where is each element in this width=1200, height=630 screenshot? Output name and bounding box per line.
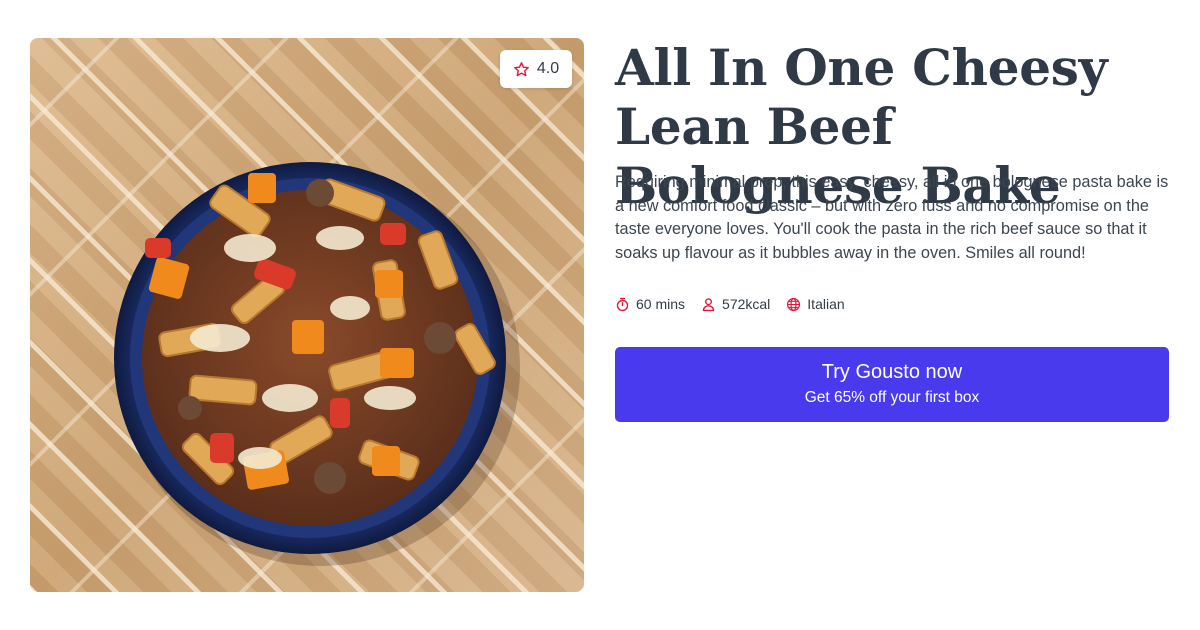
star-icon xyxy=(513,61,529,76)
rating-value: 4.0 xyxy=(536,60,560,77)
cta-title: Try Gousto now xyxy=(821,361,963,383)
person-icon xyxy=(702,297,715,311)
calories: 572kcal xyxy=(701,296,770,312)
cuisine: Italian xyxy=(786,296,845,312)
pasta-bowl-illustration xyxy=(114,162,520,566)
cuisine-label: Italian xyxy=(807,296,845,312)
calories-label: 572kcal xyxy=(722,296,771,312)
rating-badge: 4.0 xyxy=(500,50,572,88)
try-gousto-button[interactable]: Try Gousto now Get 65% off your first bo… xyxy=(615,347,1169,422)
stopwatch-icon xyxy=(616,297,629,311)
recipe-image: 4.0 xyxy=(30,38,584,592)
cook-time-label: 60 mins xyxy=(636,296,686,312)
recipe-meta: 60 mins 572kcal Italian xyxy=(615,296,845,312)
globe-icon xyxy=(787,297,801,311)
recipe-description: Requiring minimal prep, this easy, chees… xyxy=(615,173,1169,262)
cook-time: 60 mins xyxy=(615,296,685,312)
cta-subtitle: Get 65% off your first box xyxy=(804,389,980,406)
